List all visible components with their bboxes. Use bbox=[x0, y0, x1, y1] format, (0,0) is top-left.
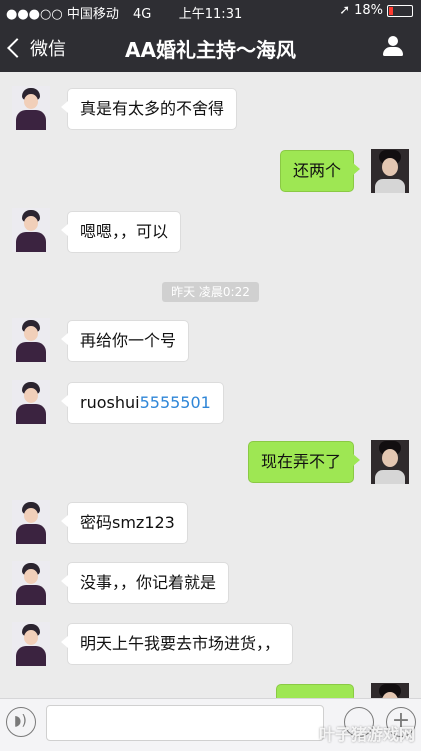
my-avatar[interactable] bbox=[371, 149, 409, 193]
message-bubble[interactable]: 真是有太多的不舍得 bbox=[60, 88, 238, 130]
contact-avatar[interactable] bbox=[12, 622, 50, 666]
nav-bar: 微信 AA婚礼主持～海风 bbox=[0, 22, 421, 72]
contact-avatar[interactable] bbox=[12, 380, 50, 424]
battery-percent: 18% bbox=[354, 3, 383, 18]
contact-avatar[interactable] bbox=[12, 318, 50, 362]
timestamp-label: 昨天 凌晨0:22 bbox=[162, 282, 259, 302]
person-icon[interactable] bbox=[383, 36, 403, 56]
message-bubble[interactable]: ruoshui5555501 bbox=[61, 382, 224, 424]
message-bubble[interactable]: 明天上午我要去市场进货，， bbox=[60, 623, 294, 665]
location-arrow-icon: ➚ bbox=[339, 3, 351, 18]
message-bubble[interactable]: 没事，，你记着就是 bbox=[60, 562, 230, 604]
watermark-logo: 叶子猪游戏网 bbox=[318, 725, 415, 744]
contact-avatar[interactable] bbox=[12, 561, 50, 605]
status-bar: ●●●○○ 中国移动 4G 上午11:31 ➚ 18% bbox=[0, 0, 421, 22]
message-bubble[interactable]: 再给你一个号 bbox=[60, 320, 190, 362]
voice-icon[interactable]: ◗) bbox=[6, 707, 36, 737]
phone-link[interactable]: 5555501 bbox=[140, 393, 211, 412]
battery-icon bbox=[387, 4, 413, 17]
status-right: ➚ 18% bbox=[339, 3, 413, 18]
message-bubble[interactable]: 密码smz123 bbox=[61, 502, 188, 544]
my-avatar[interactable] bbox=[371, 440, 409, 484]
contact-avatar[interactable] bbox=[12, 86, 50, 130]
contact-avatar[interactable] bbox=[12, 208, 50, 252]
input-bar: ◗) + 叶子猪游戏网 bbox=[0, 698, 421, 751]
message-input[interactable] bbox=[46, 705, 324, 741]
chat-title: AA婚礼主持～海风 bbox=[125, 38, 296, 62]
my-message-bubble[interactable]: 现在弄不了 bbox=[247, 441, 361, 483]
message-text: ruoshui bbox=[80, 393, 140, 412]
my-message-bubble[interactable]: 还两个 bbox=[279, 150, 361, 192]
message-bubble[interactable]: 嗯嗯，，可以 bbox=[60, 211, 182, 253]
contact-avatar[interactable] bbox=[12, 500, 50, 544]
